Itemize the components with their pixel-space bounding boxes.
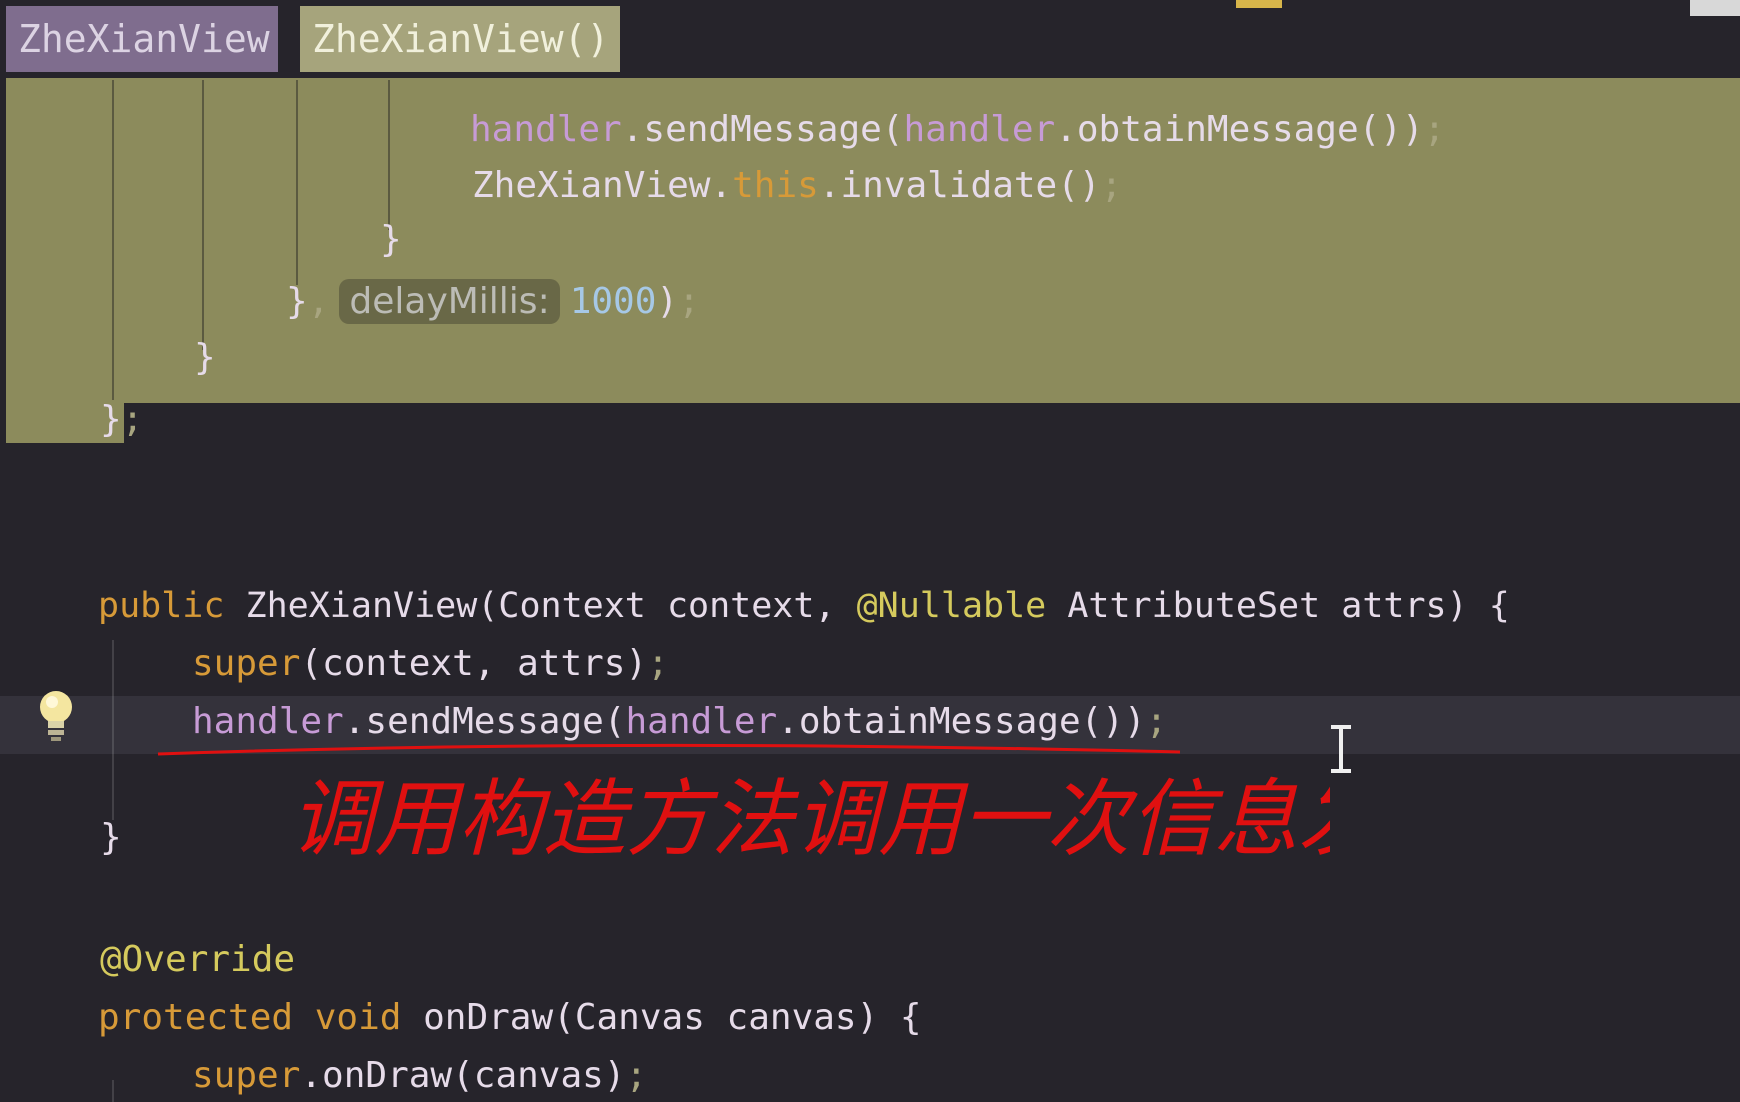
window-control-fragment <box>1690 0 1740 16</box>
code-line-10[interactable]: } <box>100 816 122 860</box>
parameter-hint: delayMillis: <box>339 279 560 324</box>
token-signature: AttributeSet attrs) { <box>1046 586 1510 626</box>
token-brace: } <box>100 399 122 440</box>
code-editor-photo: ZheXianView ZheXianView() handler.sendMe… <box>0 0 1740 1102</box>
token-class: ZheXianView. <box>472 165 733 206</box>
token-field: handler <box>625 701 778 742</box>
token-semicolon: ; <box>625 1055 648 1096</box>
token-brace: } <box>286 281 308 322</box>
token-annotation: @Override <box>100 939 296 980</box>
token-annotation: @Nullable <box>856 586 1047 626</box>
token-call: .sendMessage( <box>621 109 904 150</box>
indent-guide <box>112 640 114 820</box>
indent-guide <box>112 80 114 400</box>
code-line-8[interactable]: super(context, attrs); <box>192 642 669 686</box>
code-line-9[interactable]: handler.sendMessage(handler.obtainMessag… <box>192 700 1167 744</box>
token-call: .invalidate() <box>818 165 1101 206</box>
token-semicolon: ; <box>1423 109 1446 150</box>
code-line-4[interactable]: }, delayMillis: 1000); <box>286 279 700 324</box>
text-cursor-icon <box>1326 724 1356 774</box>
token-semicolon: ; <box>647 643 669 684</box>
handwritten-annotation: 调用构造方法调用一次信息发送。 <box>150 740 1550 880</box>
code-line-5[interactable]: } <box>194 336 216 380</box>
code-line-3[interactable]: } <box>380 218 402 262</box>
code-line-7[interactable]: public ZheXianView(Context context, @Nul… <box>98 584 1510 628</box>
breadcrumb-method[interactable]: ZheXianView() <box>300 6 620 72</box>
token-keyword: this <box>732 165 819 206</box>
token-keyword: super <box>192 1055 301 1096</box>
token-signature: ZheXianView(Context context, <box>224 586 857 626</box>
token-number: 1000 <box>569 281 657 322</box>
token-keyword: protected void <box>98 997 402 1038</box>
toolbar-fragment <box>1236 0 1282 8</box>
lightbulb-icon[interactable] <box>36 688 76 744</box>
breadcrumb-class[interactable]: ZheXianView <box>6 6 278 72</box>
indent-guide <box>388 80 390 230</box>
token-semicolon: ; <box>678 281 700 322</box>
token-paren: ) <box>656 281 679 322</box>
token-call: .onDraw(canvas) <box>300 1055 626 1096</box>
token-field: handler <box>903 109 1056 150</box>
token-brace: } <box>380 219 402 260</box>
token-call: .sendMessage( <box>343 701 626 742</box>
code-line-12[interactable]: protected void onDraw(Canvas canvas) { <box>98 996 922 1040</box>
code-line-11[interactable]: @Override <box>100 938 295 982</box>
token-call: (context, attrs) <box>300 643 648 684</box>
token-field: handler <box>470 109 622 150</box>
token-keyword: public <box>98 586 225 626</box>
token-call: .obtainMessage()) <box>777 701 1146 742</box>
code-line-2[interactable]: ZheXianView.this.invalidate(); <box>472 164 1122 208</box>
token-semicolon: ; <box>1100 165 1123 206</box>
token-semicolon: ; <box>1145 701 1168 742</box>
token-field: handler <box>192 701 344 742</box>
indent-guide <box>296 80 298 285</box>
token-keyword: super <box>192 643 301 684</box>
token-semicolon: ; <box>121 399 144 440</box>
indent-guide <box>112 1080 114 1102</box>
indent-guide <box>202 80 204 350</box>
code-line-1[interactable]: handler.sendMessage(handler.obtainMessag… <box>470 108 1445 152</box>
code-line-13[interactable]: super.onDraw(canvas); <box>192 1054 647 1098</box>
handwritten-note-text: 调用构造方法调用一次信息发送。 <box>290 770 1330 868</box>
token-call: .obtainMessage()) <box>1055 109 1424 150</box>
token-brace: } <box>100 817 122 858</box>
token-comma: , <box>307 281 330 322</box>
code-line-6[interactable]: }; <box>100 398 143 442</box>
token-brace: } <box>194 337 216 378</box>
token-signature: onDraw(Canvas canvas) { <box>401 997 922 1038</box>
